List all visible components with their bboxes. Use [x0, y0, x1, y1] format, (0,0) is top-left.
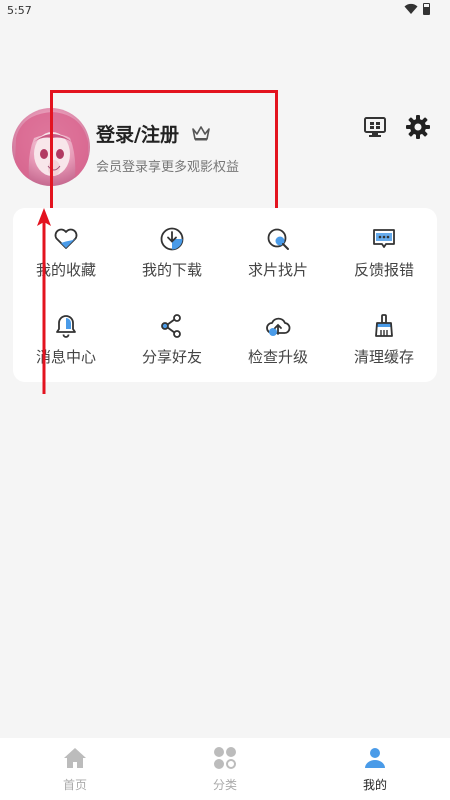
- menu-item-share[interactable]: 分享好友: [119, 295, 225, 382]
- menu-grid: 我的收藏 我的下载 求片找片 反馈报错 消息中心 分享好友 检查升级 清理缓存: [13, 208, 437, 382]
- menu-item-label: 分享好友: [141, 348, 202, 366]
- menu-item-label: 反馈报错: [353, 261, 414, 279]
- bottom-nav: 首页 分类 我的: [0, 738, 450, 800]
- menu-item-label: 我的下载: [141, 261, 202, 279]
- nav-item-category[interactable]: 分类: [150, 738, 300, 800]
- battery-icon: [423, 3, 430, 15]
- status-icons: [404, 3, 430, 15]
- nav-label: 分类: [212, 778, 237, 792]
- red-arrow-annotation: [37, 208, 51, 394]
- nav-item-home[interactable]: 首页: [0, 738, 150, 800]
- menu-item-downloads[interactable]: 我的下载: [119, 208, 225, 295]
- status-bar: 5:57: [0, 0, 450, 22]
- cloud-upload-icon: [266, 317, 291, 336]
- bell-icon: [56, 315, 76, 338]
- highlight-annotation-box: [50, 90, 278, 214]
- search-film-icon: [267, 228, 289, 250]
- category-icon: [214, 747, 236, 769]
- share-icon: [161, 314, 181, 338]
- heart-icon: [54, 228, 78, 249]
- menu-item-check-update[interactable]: 检查升级: [225, 295, 331, 382]
- download-icon: [160, 227, 184, 251]
- menu-item-clear-cache[interactable]: 清理缓存: [331, 295, 437, 382]
- feedback-icon: [373, 229, 395, 248]
- status-time: 5:57: [7, 4, 32, 17]
- nav-label: 我的: [362, 778, 387, 792]
- wifi-icon: [404, 3, 418, 15]
- menu-item-request-film[interactable]: 求片找片: [225, 208, 331, 295]
- menu-item-label: 检查升级: [247, 348, 308, 366]
- menu-item-feedback[interactable]: 反馈报错: [331, 208, 437, 295]
- nav-label: 首页: [62, 778, 87, 792]
- nav-item-mine[interactable]: 我的: [300, 738, 450, 800]
- tv-cast-icon[interactable]: [363, 116, 387, 138]
- menu-item-messages[interactable]: 消息中心: [13, 295, 119, 382]
- home-icon: [64, 748, 86, 768]
- menu-item-label: 清理缓存: [353, 348, 414, 366]
- broom-icon: [375, 314, 393, 337]
- menu-item-label: 求片找片: [247, 261, 308, 279]
- menu-card: 我的收藏 我的下载 求片找片 反馈报错 消息中心 分享好友 检查升级 清理缓存: [13, 208, 437, 382]
- user-icon: [365, 748, 385, 768]
- settings-gear-icon[interactable]: [405, 114, 431, 140]
- menu-item-favorites[interactable]: 我的收藏: [13, 208, 119, 295]
